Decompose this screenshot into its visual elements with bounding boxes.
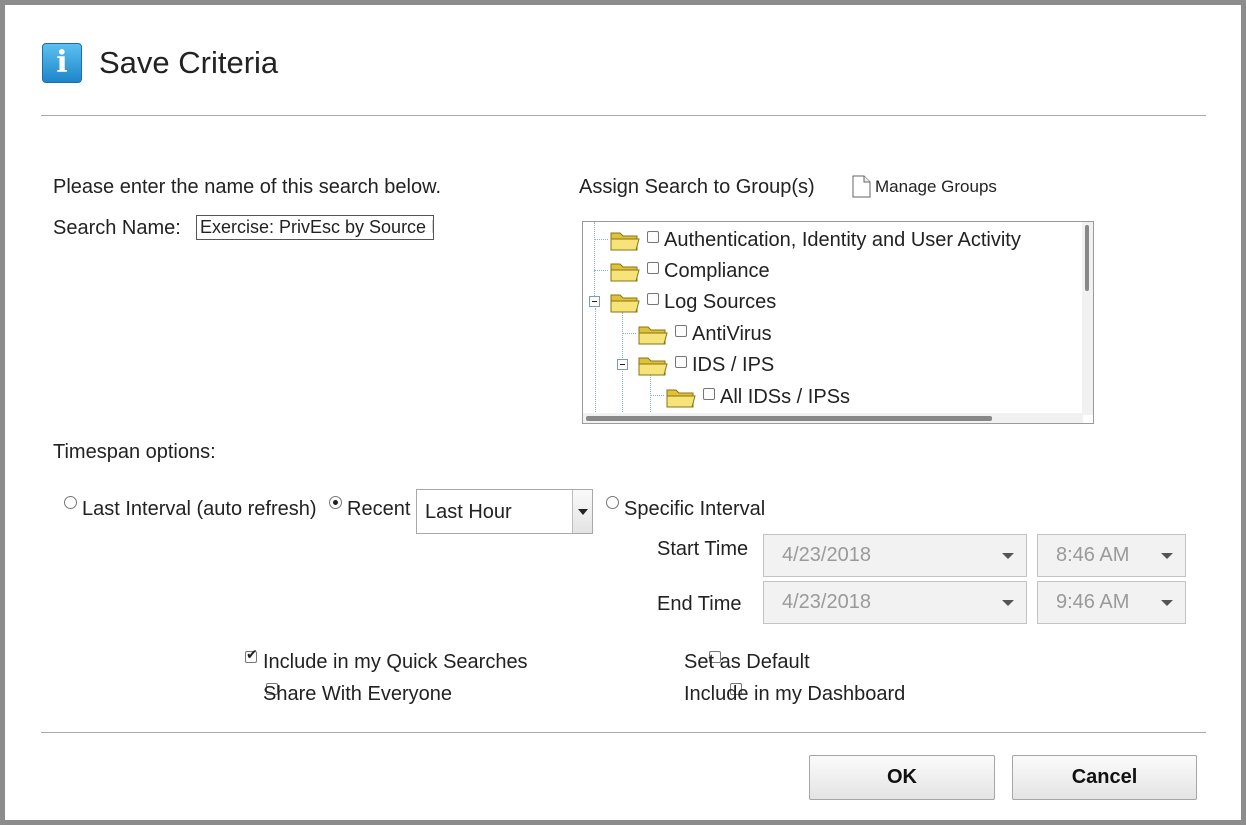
tree-line — [594, 239, 608, 240]
document-icon — [852, 175, 871, 198]
info-icon: i — [42, 43, 82, 83]
folder-open-icon — [610, 294, 640, 313]
last-interval-label: Last Interval (auto refresh) — [82, 498, 317, 520]
search-name-label: Search Name: — [53, 217, 181, 239]
tree-item-log-sources[interactable]: Log Sources — [610, 287, 776, 317]
folder-icon — [666, 389, 696, 408]
start-date-value: 4/23/2018 — [782, 544, 871, 566]
tree-horizontal-scrollbar[interactable] — [583, 413, 1083, 423]
chevron-down-icon — [1161, 600, 1173, 606]
chevron-down-icon — [1002, 600, 1014, 606]
end-time-label: End Time — [657, 593, 742, 615]
folder-icon — [638, 326, 668, 345]
end-date-select[interactable]: 4/23/2018 — [763, 581, 1027, 624]
manage-groups-link[interactable]: Manage Groups — [852, 175, 997, 198]
share-label: Share With Everyone — [263, 683, 452, 705]
tree-item-authentication[interactable]: Authentication, Identity and User Activi… — [610, 225, 1021, 255]
recent-select-value: Last Hour — [425, 501, 512, 523]
tree-line — [594, 222, 595, 302]
start-time-label: Start Time — [657, 538, 749, 560]
chevron-down-icon — [1161, 553, 1173, 559]
start-date-select[interactable]: 4/23/2018 — [763, 534, 1027, 577]
ok-button[interactable]: OK — [809, 755, 995, 800]
chevron-down-icon[interactable] — [572, 490, 592, 533]
quick-searches-checkbox[interactable] — [245, 646, 258, 663]
tree-line — [650, 395, 664, 396]
tree-item-ids-ips[interactable]: IDS / IPS — [638, 350, 774, 380]
end-time-value: 9:46 AM — [1056, 591, 1130, 613]
cancel-button[interactable]: Cancel — [1012, 755, 1197, 800]
assign-groups-label: Assign Search to Group(s) — [579, 176, 815, 198]
scrollbar-thumb[interactable] — [1085, 225, 1089, 291]
collapse-icon[interactable] — [589, 296, 600, 307]
tree-checkbox[interactable] — [647, 262, 659, 274]
specific-interval-label: Specific Interval — [624, 498, 766, 520]
dashboard-label: Include in my Dashboard — [684, 683, 906, 705]
tree-line — [622, 333, 636, 334]
set-default-label: Set as Default — [684, 651, 810, 673]
group-tree: Authentication, Identity and User Activi… — [582, 221, 1094, 424]
chevron-down-icon — [1002, 553, 1014, 559]
tree-checkbox[interactable] — [675, 356, 687, 368]
tree-checkbox[interactable] — [647, 293, 659, 305]
tree-checkbox[interactable] — [703, 388, 715, 400]
instruction-text: Please enter the name of this search bel… — [53, 176, 442, 198]
folder-icon — [610, 232, 640, 251]
quick-searches-label: Include in my Quick Searches — [263, 651, 528, 673]
save-criteria-dialog: i Save Criteria Please enter the name of… — [0, 0, 1246, 825]
folder-open-icon — [638, 357, 668, 376]
tree-item-label: IDS / IPS — [692, 353, 775, 376]
tree-item-antivirus[interactable]: AntiVirus — [638, 319, 772, 349]
tree-item-all-ids-ips[interactable]: All IDSs / IPSs — [666, 382, 850, 412]
tree-item-label: AntiVirus — [692, 322, 772, 345]
start-time-select[interactable]: 8:46 AM — [1037, 534, 1186, 577]
manage-groups-label: Manage Groups — [875, 176, 997, 196]
footer-divider — [41, 732, 1206, 733]
dialog-title: Save Criteria — [99, 45, 279, 80]
tree-line — [595, 308, 596, 418]
tree-checkbox[interactable] — [675, 325, 687, 337]
tree-item-compliance[interactable]: Compliance — [610, 256, 770, 286]
recent-radio[interactable] — [329, 496, 342, 509]
tree-line — [594, 270, 608, 271]
tree-item-label: All IDSs / IPSs — [720, 385, 851, 408]
specific-interval-radio[interactable] — [606, 496, 619, 509]
timespan-label: Timespan options: — [53, 441, 216, 463]
tree-checkbox[interactable] — [647, 231, 659, 243]
recent-label: Recent — [347, 498, 411, 520]
tree-item-label: Log Sources — [664, 290, 777, 313]
scrollbar-thumb[interactable] — [586, 416, 992, 421]
end-time-select[interactable]: 9:46 AM — [1037, 581, 1186, 624]
start-time-value: 8:46 AM — [1056, 544, 1130, 566]
folder-icon — [610, 263, 640, 282]
tree-item-label: Authentication, Identity and User Activi… — [664, 228, 1021, 251]
last-interval-radio[interactable] — [64, 496, 77, 509]
search-name-input[interactable]: Exercise: PrivEsc by Source I — [196, 215, 434, 240]
tree-vertical-scrollbar[interactable] — [1082, 222, 1093, 415]
tree-item-label: Compliance — [664, 259, 770, 282]
collapse-icon[interactable] — [617, 359, 628, 370]
recent-select[interactable]: Last Hour — [416, 489, 593, 534]
title-divider — [41, 115, 1206, 116]
end-date-value: 4/23/2018 — [782, 591, 871, 613]
